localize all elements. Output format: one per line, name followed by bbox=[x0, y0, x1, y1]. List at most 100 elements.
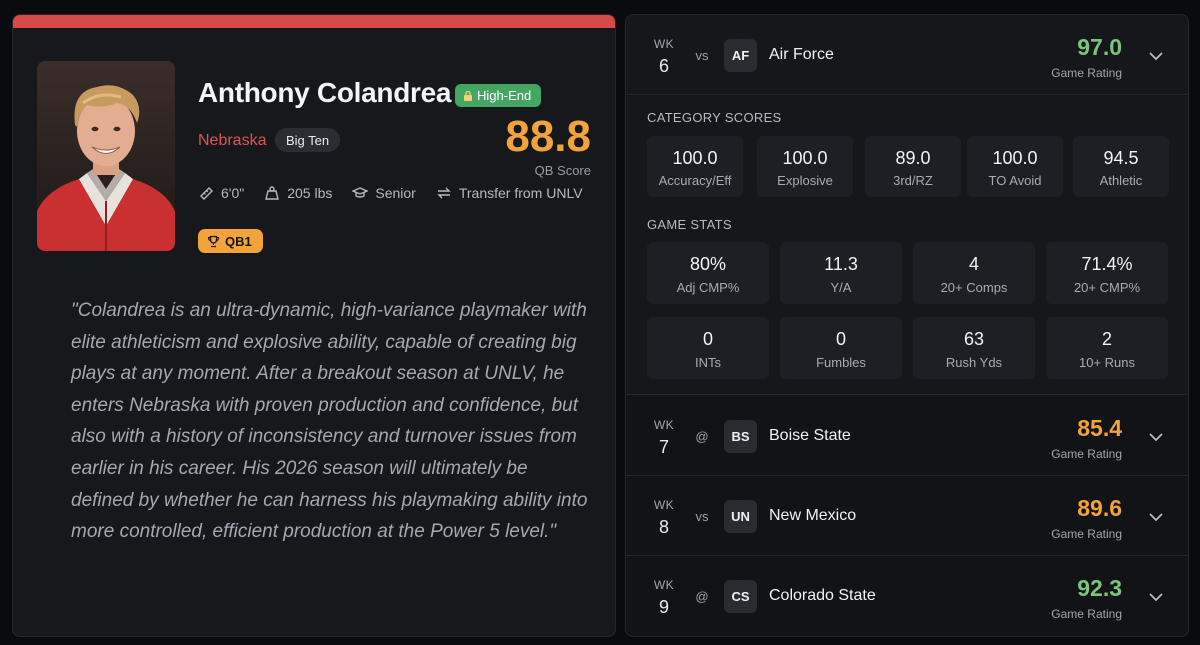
chevron-down-icon[interactable] bbox=[1148, 429, 1164, 445]
trophy-icon bbox=[207, 235, 220, 247]
stat-label: Adj CMP% bbox=[676, 280, 740, 295]
class-meta: Senior bbox=[352, 185, 416, 201]
player-summary-quote: "Colandrea is an ultra-dynamic, high-var… bbox=[71, 300, 588, 543]
week-label: WK bbox=[653, 37, 675, 51]
lock-icon bbox=[464, 90, 472, 101]
opponent-name: Boise State bbox=[769, 427, 851, 444]
week-number: 7 bbox=[658, 437, 669, 457]
score-label: Explosive bbox=[777, 173, 833, 188]
chevron-down-icon[interactable] bbox=[1148, 509, 1164, 525]
transfer-arrows-icon bbox=[437, 187, 451, 199]
team-accent-bar bbox=[13, 15, 615, 28]
depth-label: QB1 bbox=[225, 233, 252, 249]
chevron-down-icon[interactable] bbox=[1148, 589, 1164, 605]
game-rating-value: 92.3 bbox=[1077, 575, 1122, 601]
game-stat-tile: 11.3 Y/A bbox=[780, 242, 902, 304]
category-score-tile: 100.0 Accuracy/Eff bbox=[647, 136, 743, 197]
category-score-tile: 100.0 Explosive bbox=[757, 136, 853, 197]
game-rating-label: Game Rating bbox=[1051, 607, 1122, 621]
game-stat-tile: 71.4% 20+ CMP% bbox=[1046, 242, 1168, 304]
weight-icon bbox=[265, 186, 280, 200]
transfer-value: Transfer from UNLV bbox=[458, 185, 583, 201]
weight-value: 205 lbs bbox=[287, 185, 333, 201]
stat-label: 10+ Runs bbox=[1078, 355, 1135, 370]
score-label: 3rd/RZ bbox=[893, 173, 933, 188]
weight-meta: 205 lbs bbox=[264, 185, 332, 201]
conference-badge: Big Ten bbox=[275, 128, 341, 152]
game-row-week-7[interactable]: WK 7 @ BS Boise State 85.4 Game Rating bbox=[626, 396, 1188, 476]
score-label: Athletic bbox=[1099, 173, 1143, 188]
stat-value: 63 bbox=[963, 329, 985, 349]
player-headshot bbox=[37, 61, 175, 251]
game-rating-value: 89.6 bbox=[1077, 495, 1122, 521]
game-location: @ bbox=[695, 429, 709, 444]
game-location: @ bbox=[695, 589, 709, 604]
stat-label: INTs bbox=[695, 355, 721, 370]
game-stat-tile: 80% Adj CMP% bbox=[647, 242, 769, 304]
stat-value: 80% bbox=[689, 254, 727, 274]
opponent-name: Air Force bbox=[769, 46, 834, 63]
week-number: 8 bbox=[658, 517, 669, 537]
week-number: 6 bbox=[658, 56, 669, 76]
stat-value: 71.4% bbox=[1081, 254, 1133, 274]
score-value: 89.0 bbox=[895, 148, 931, 168]
category-score-tile: 94.5 Athletic bbox=[1073, 136, 1169, 197]
category-score-tile: 89.0 3rd/RZ bbox=[865, 136, 961, 197]
game-rating-label: Game Rating bbox=[1051, 66, 1122, 80]
game-stat-tile: 2 10+ Runs bbox=[1046, 317, 1168, 379]
game-row-week-9[interactable]: WK 9 @ CS Colorado State 92.3 Game Ratin… bbox=[626, 556, 1188, 636]
height-value: 6'0" bbox=[221, 185, 245, 201]
ruler-icon bbox=[200, 187, 213, 200]
category-scores-label: CATEGORY SCORES bbox=[647, 110, 782, 125]
stat-label: Fumbles bbox=[816, 355, 866, 370]
opponent-name: Colorado State bbox=[769, 587, 876, 604]
tier-badge: High-End bbox=[455, 84, 542, 107]
chevron-down-icon[interactable] bbox=[1148, 48, 1164, 64]
team-name[interactable]: Nebraska bbox=[198, 132, 266, 150]
stat-label: 20+ CMP% bbox=[1073, 280, 1141, 295]
stat-label: Rush Yds bbox=[945, 355, 1003, 370]
opponent-name: New Mexico bbox=[769, 507, 857, 524]
week-label: WK bbox=[653, 498, 675, 512]
score-value: 100.0 bbox=[782, 148, 828, 168]
category-score-tile: 100.0 TO Avoid bbox=[967, 136, 1063, 197]
transfer-meta: Transfer from UNLV bbox=[436, 185, 583, 201]
score-value: 100.0 bbox=[992, 148, 1038, 168]
week-label: WK bbox=[653, 418, 675, 432]
game-rating-label: Game Rating bbox=[1051, 527, 1122, 541]
stat-label: 20+ Comps bbox=[940, 280, 1008, 295]
tier-label: High-End bbox=[477, 88, 532, 103]
score-value: 100.0 bbox=[672, 148, 718, 168]
game-rating-value: 97.0 bbox=[1077, 34, 1122, 60]
opponent-logo: AF bbox=[724, 39, 757, 72]
qb-score-value: 88.8 bbox=[505, 112, 591, 161]
stat-label: Y/A bbox=[830, 280, 852, 295]
opponent-logo: UN bbox=[724, 500, 757, 533]
stat-value: 2 bbox=[1101, 329, 1112, 349]
qb-score-label: QB Score bbox=[534, 163, 591, 178]
player-name: Anthony Colandrea bbox=[198, 77, 452, 108]
score-value: 94.5 bbox=[1103, 148, 1139, 168]
game-rating-value: 85.4 bbox=[1077, 415, 1122, 441]
game-stat-tile: 4 20+ Comps bbox=[913, 242, 1035, 304]
opponent-logo: CS bbox=[724, 580, 757, 613]
height-meta: 6'0" bbox=[198, 185, 244, 201]
game-stat-tile: 63 Rush Yds bbox=[913, 317, 1035, 379]
score-label: TO Avoid bbox=[988, 173, 1042, 188]
game-stat-tile: 0 Fumbles bbox=[780, 317, 902, 379]
week-number: 9 bbox=[658, 597, 669, 617]
graduation-cap-icon bbox=[352, 187, 369, 198]
game-row-week-6[interactable]: WK 6 vs AF Air Force 97.0 Game Rating bbox=[626, 15, 1188, 95]
game-log-panel: WK 6 vs AF Air Force 97.0 Game Rating CA… bbox=[625, 14, 1189, 637]
opponent-logo: BS bbox=[724, 420, 757, 453]
game-location: vs bbox=[695, 509, 709, 524]
game-stats-label: GAME STATS bbox=[647, 217, 732, 232]
player-profile-card: Anthony Colandrea High-End Nebraska Big … bbox=[12, 14, 616, 637]
player-meta-row: 6'0" 205 lbs Senior Transfer from UNLV bbox=[198, 185, 583, 201]
week-label: WK bbox=[653, 578, 675, 592]
game-row-week-8[interactable]: WK 8 vs UN New Mexico 89.6 Game Rating bbox=[626, 476, 1188, 556]
class-value: Senior bbox=[375, 185, 416, 201]
score-label: Accuracy/Eff bbox=[658, 173, 732, 188]
depth-chart-badge: QB1 bbox=[198, 229, 263, 253]
stat-value: 0 bbox=[702, 329, 713, 349]
